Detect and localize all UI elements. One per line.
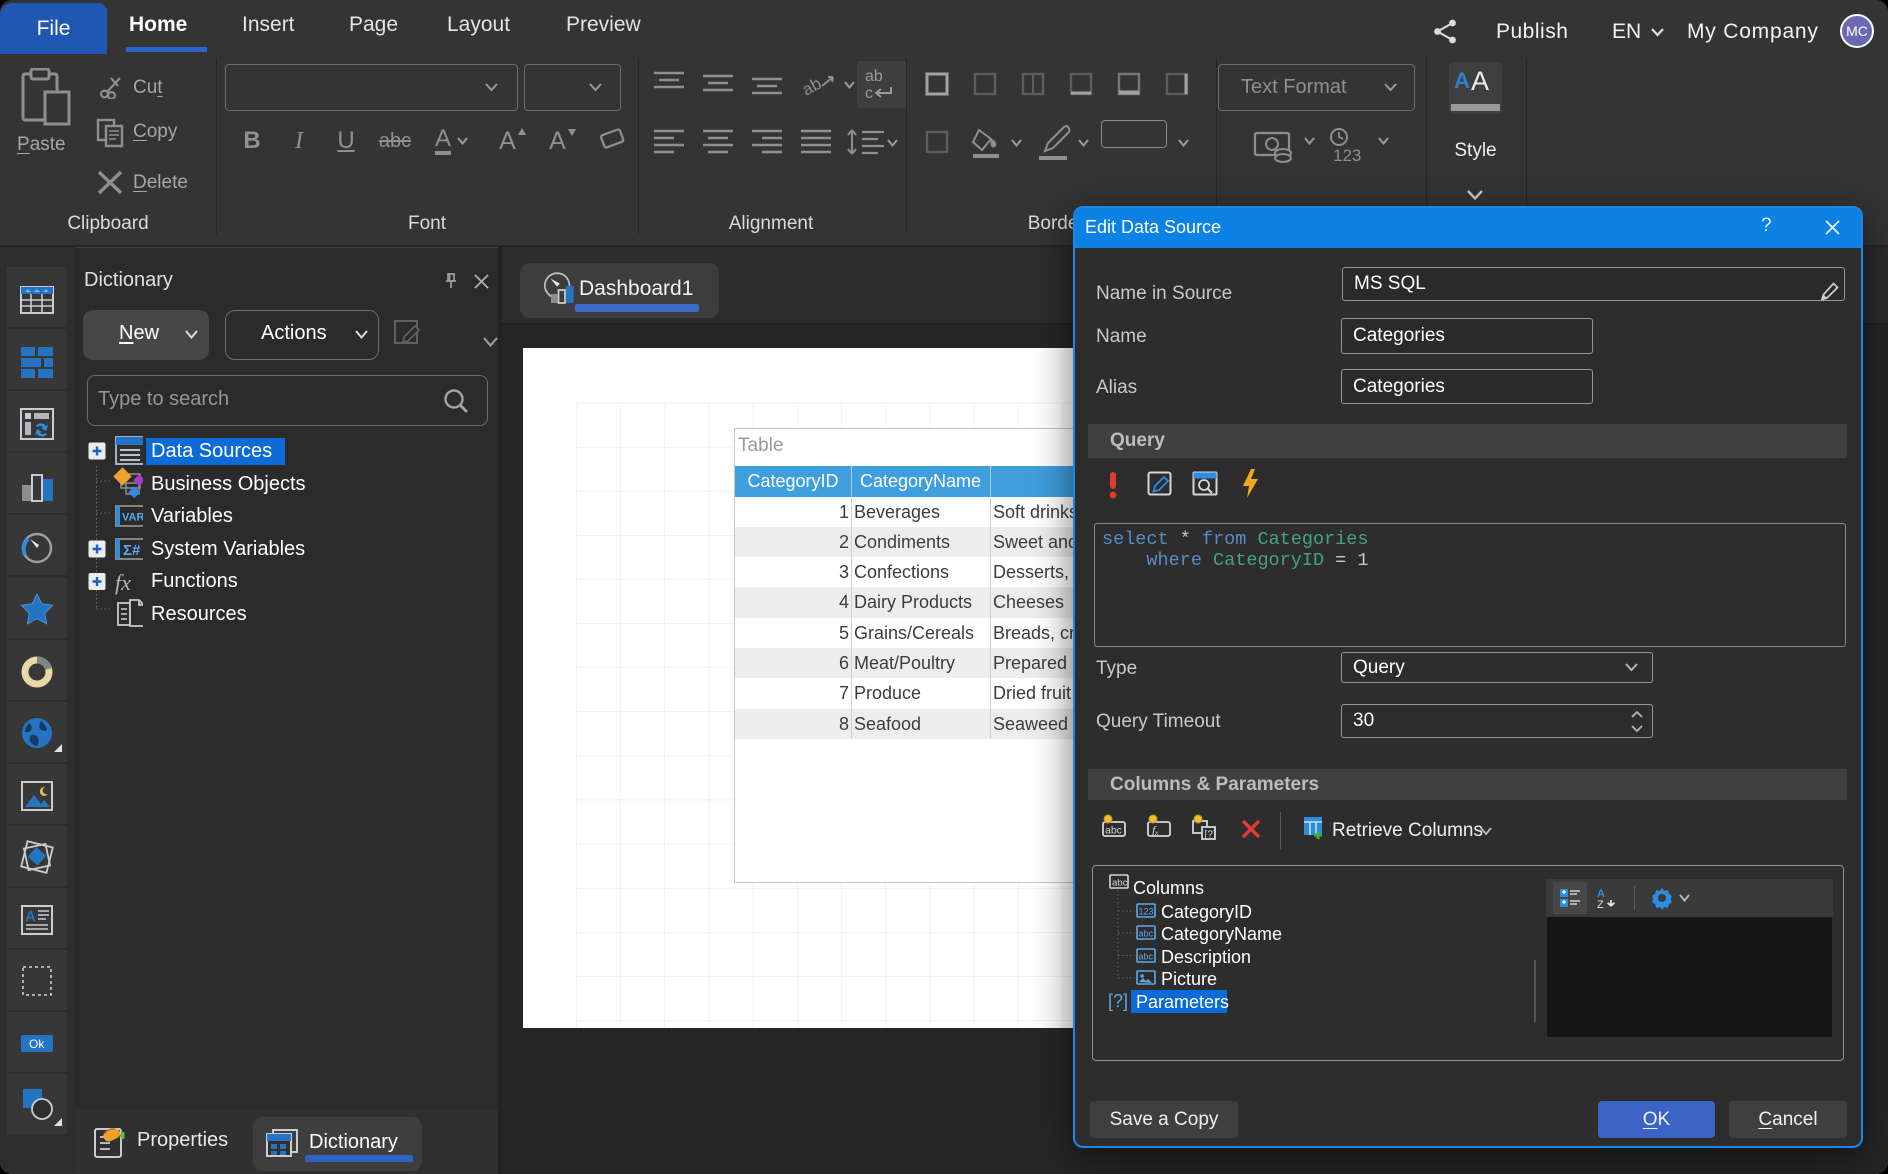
svg-text:abc: abc: [1139, 952, 1154, 962]
svg-text:fₓ: fₓ: [1152, 823, 1159, 837]
svg-text:A: A: [25, 908, 36, 925]
svg-text:VAR: VAR: [122, 512, 143, 524]
svg-text:[?]: [?]: [1205, 830, 1216, 841]
svg-text:abc: abc: [1139, 929, 1154, 939]
svg-text:abc: abc: [1105, 825, 1122, 837]
svg-text:123: 123: [1139, 907, 1154, 917]
svg-text:abc: abc: [1112, 878, 1128, 889]
svg-text:fx: fx: [115, 570, 131, 595]
svg-text:Z: Z: [1597, 899, 1604, 909]
svg-text:Σ#: Σ#: [123, 542, 141, 559]
svg-text:ab: ab: [865, 68, 883, 85]
svg-text:123: 123: [1333, 146, 1361, 165]
svg-text:Ok: Ok: [29, 1037, 45, 1051]
svg-text:c: c: [865, 85, 873, 102]
svg-text:ab: ab: [800, 74, 825, 100]
